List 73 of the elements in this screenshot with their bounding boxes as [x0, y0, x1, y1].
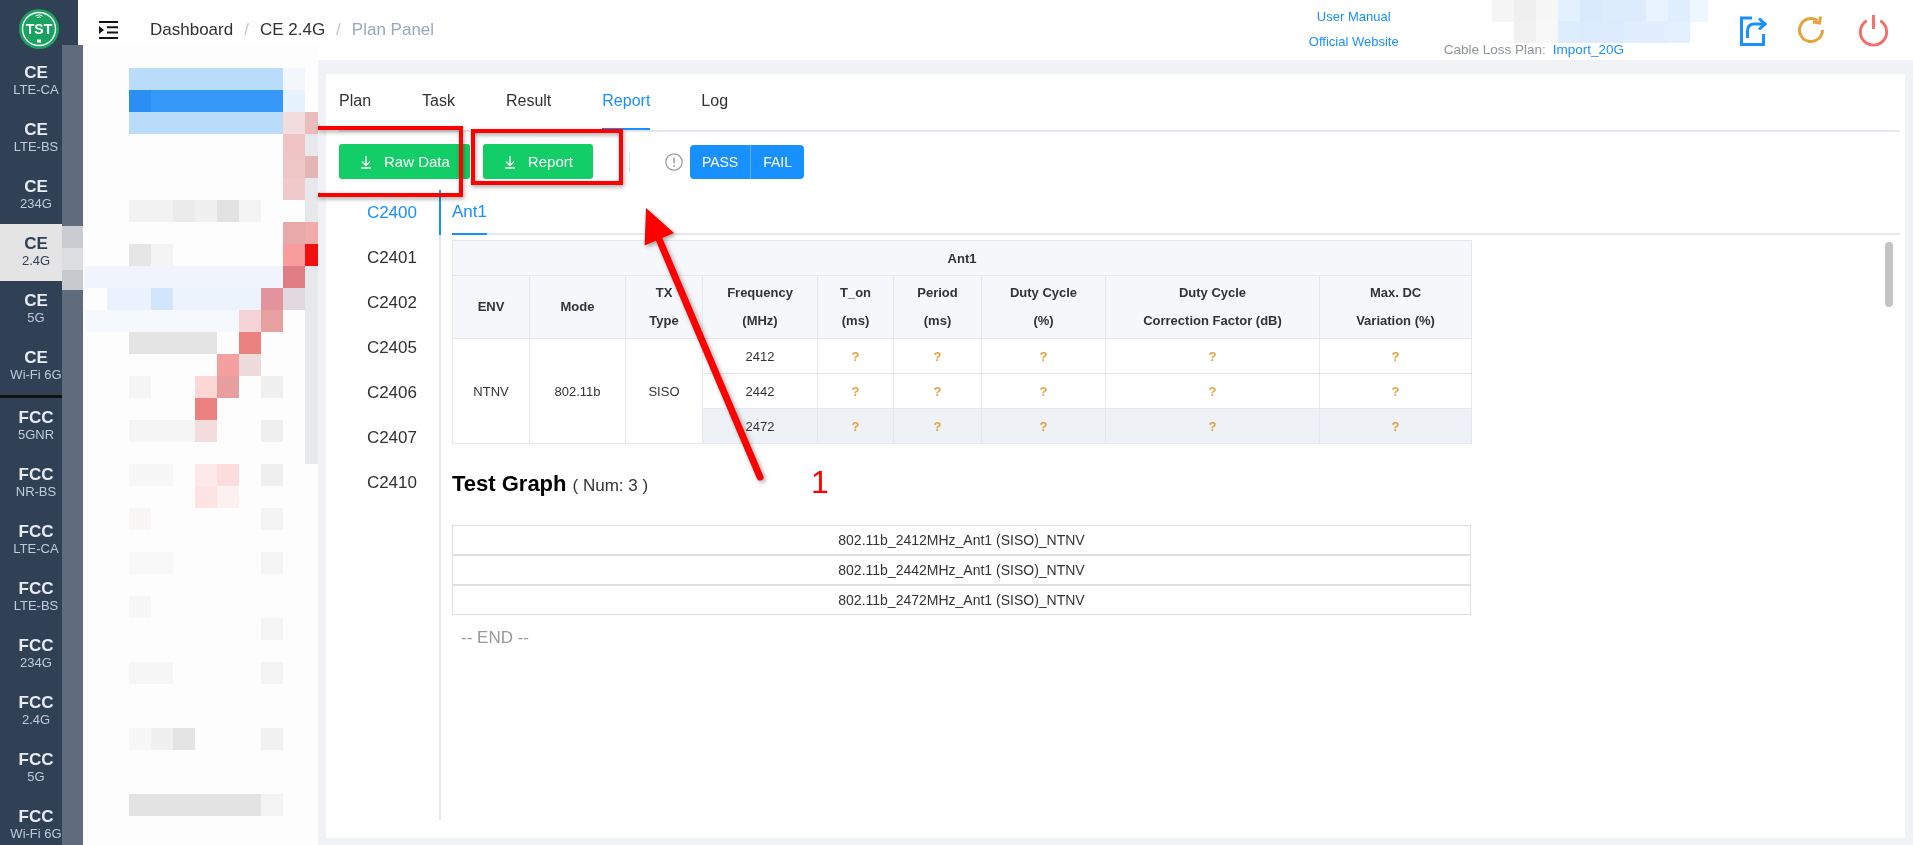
scrollbar-thumb[interactable]: [1885, 242, 1893, 307]
table-cell: 802.11b: [529, 338, 626, 444]
table-cell: ?: [817, 408, 894, 444]
sidebar-item[interactable]: CE 5G: [0, 281, 62, 338]
logo-text: TST: [25, 21, 53, 37]
case-tab[interactable]: C2407: [339, 415, 441, 460]
table-cell: ?: [1105, 338, 1320, 374]
cable-loss-label: Cable Loss Plan:: [1443, 42, 1546, 57]
menu-icon[interactable]: [99, 21, 118, 39]
sidebar-item[interactable]: FCC 234G: [0, 626, 62, 683]
download-icon: [503, 154, 516, 169]
sidebar-item[interactable]: FCC NR-BS: [0, 455, 62, 512]
table-cell: ?: [893, 373, 982, 409]
table-cell: ?: [1319, 408, 1472, 444]
breadcrumb-item[interactable]: CE 2.4G: [259, 20, 326, 40]
sidebar-item[interactable]: FCC LTE-CA: [0, 512, 62, 569]
table-cell: ?: [1319, 338, 1472, 374]
sidebar-item[interactable]: CE LTE-CA: [0, 53, 62, 110]
column-header: T_on (ms): [817, 275, 894, 339]
breadcrumb-separator: /: [244, 20, 249, 40]
download-icon: [360, 154, 372, 169]
case-tab[interactable]: C2401: [339, 235, 441, 280]
sidebar-item[interactable]: FCC 5GNR: [0, 398, 62, 455]
column-header: Frequency (MHz): [702, 275, 818, 339]
tab[interactable]: Plan: [339, 74, 372, 130]
table-cell: ?: [817, 338, 894, 374]
annotation-number: 1: [811, 466, 829, 498]
tab[interactable]: Result: [505, 74, 552, 130]
sidebar-item[interactable]: FCC 2.4G: [0, 683, 62, 740]
refresh-icon[interactable]: [1796, 15, 1826, 45]
table-cell: ?: [1105, 373, 1320, 409]
sidebar-item[interactable]: CE Wi-Fi 6G: [0, 338, 62, 395]
table-cell: SISO: [625, 338, 703, 444]
column-header: Period (ms): [893, 275, 982, 339]
case-tab[interactable]: C2406: [339, 370, 441, 415]
table-cell: ?: [893, 338, 982, 374]
column-header: Duty Cycle (%): [981, 275, 1106, 339]
sidebar-item[interactable]: CE LTE-BS: [0, 110, 62, 167]
table-cell: NTNV: [452, 338, 530, 444]
case-tab[interactable]: C2405: [339, 325, 441, 370]
case-tab[interactable]: C2410: [339, 460, 441, 505]
section-title: Test Graph: [452, 470, 567, 498]
column-header: Max. DC Variation (%): [1319, 275, 1472, 339]
table-cell: ?: [981, 338, 1106, 374]
table-cell: ?: [817, 373, 894, 409]
sidebar-item[interactable]: CE 2.4G: [0, 224, 62, 281]
info-icon[interactable]: [664, 152, 683, 171]
table-cell: ?: [981, 373, 1106, 409]
table-title: Ant1: [452, 240, 1472, 276]
column-header: Duty Cycle Correction Factor (dB): [1105, 275, 1320, 339]
table-cell: ?: [981, 408, 1106, 444]
case-tab[interactable]: C2402: [339, 280, 441, 325]
sidebar-item[interactable]: FCC 5G: [0, 740, 62, 797]
graph-item[interactable]: 802.11b_2412MHz_Ant1 (SISO)_NTNV: [452, 525, 1471, 555]
tab[interactable]: Log: [701, 74, 729, 130]
sidebar-item[interactable]: FCC LTE-BS: [0, 569, 62, 626]
sidebar-item[interactable]: CE 234G: [0, 167, 62, 224]
graph-item[interactable]: 802.11b_2442MHz_Ant1 (SISO)_NTNV: [452, 555, 1471, 585]
table-cell: ?: [1105, 408, 1320, 444]
column-header: ENV: [452, 275, 530, 339]
breadcrumb-separator: /: [336, 20, 341, 40]
table-cell: ?: [1319, 373, 1472, 409]
sidebar-item[interactable]: FCC Wi-Fi 6G: [0, 797, 62, 845]
column-header: Mode: [529, 275, 626, 339]
tab[interactable]: Task: [422, 74, 455, 130]
breadcrumb-item: Plan Panel: [351, 20, 435, 40]
end-marker: -- END --: [461, 627, 529, 649]
graph-item[interactable]: 802.11b_2472MHz_Ant1 (SISO)_NTNV: [452, 585, 1471, 615]
table-cell: ?: [893, 408, 982, 444]
breadcrumb-item[interactable]: Dashboard: [150, 20, 234, 40]
power-icon[interactable]: [1857, 13, 1890, 47]
logo-emblem-icon: [19, 9, 59, 49]
graph-count: ( Num: 3 ): [572, 476, 649, 496]
